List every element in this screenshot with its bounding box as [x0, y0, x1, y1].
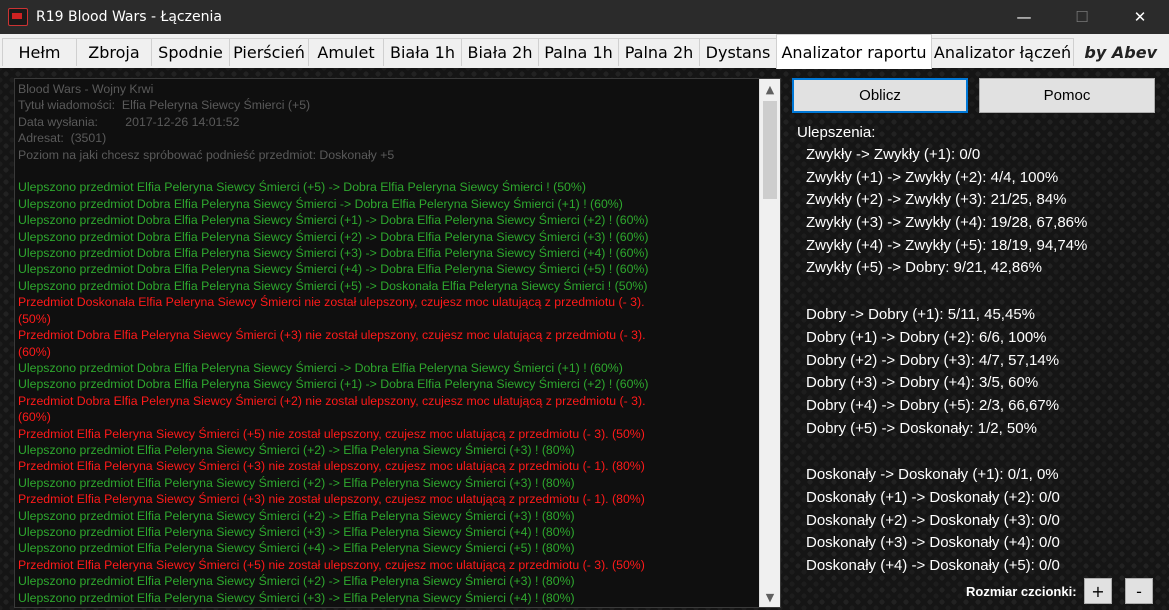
tab-bar: Hełm Zbroja Spodnie Pierścień Amulet Bia… — [0, 34, 1169, 69]
compute-button[interactable]: Oblicz — [792, 78, 968, 113]
stats-row: Doskonały -> Doskonały (+1): 0/1, 0% — [806, 466, 1059, 484]
font-decrease-button[interactable]: - — [1125, 578, 1153, 604]
tab-zbroja[interactable]: Zbroja — [76, 38, 152, 66]
title-bar: R19 Blood Wars - Łączenia — ☐ ✕ — [0, 0, 1169, 34]
stats-row: Dobry (+3) -> Dobry (+4): 3/5, 60% — [806, 374, 1039, 392]
scroll-down-arrow-icon[interactable]: ▼ — [760, 587, 780, 607]
report-scrollbar[interactable]: ▲ ▼ — [759, 79, 780, 607]
tab-biala-2h[interactable]: Biała 2h — [461, 38, 539, 66]
report-header-line: Adresat: (3501) — [18, 131, 107, 146]
report-log-line: Ulepszono przedmiot Dobra Elfia Peleryna… — [18, 360, 623, 375]
report-log-line: Ulepszono przedmiot Dobra Elfia Peleryna… — [18, 377, 649, 392]
stats-row: Zwykły -> Zwykły (+1): 0/0 — [806, 146, 981, 163]
report-log-line: Przedmiot Dobra Elfia Peleryna Siewcy Śm… — [18, 393, 646, 408]
report-log-line: Ulepszono przedmiot Elfia Peleryna Siewc… — [18, 442, 575, 457]
upgrade-stats-panel: Ulepszenia: Zwykły -> Zwykły (+1): 0/0 Zw… — [797, 124, 1087, 578]
minimize-button[interactable]: — — [995, 0, 1053, 34]
report-header-line — [18, 163, 758, 179]
report-log-line: Ulepszono przedmiot Dobra Elfia Peleryna… — [18, 213, 649, 228]
report-log-line: Ulepszono przedmiot Dobra Elfia Peleryna… — [18, 229, 649, 244]
font-increase-button[interactable]: + — [1084, 578, 1112, 604]
report-log-line: Ulepszono przedmiot Dobra Elfia Peleryna… — [18, 246, 649, 261]
stats-title: Ulepszenia: — [797, 124, 876, 141]
stats-row: Dobry (+5) -> Doskonały: 1/2, 50% — [806, 419, 1037, 437]
stats-row: Dobry (+2) -> Dobry (+3): 4/7, 57,14% — [806, 351, 1060, 369]
font-size-label: Rozmiar czcionki: — [966, 584, 1077, 599]
report-text: Blood Wars - Wojny Krwi Tytuł wiadomości:… — [18, 81, 758, 606]
report-log-line: Ulepszono przedmiot Elfia Peleryna Siewc… — [18, 508, 575, 523]
report-log-line: Przedmiot Elfia Peleryna Siewcy Śmierci … — [18, 426, 645, 441]
report-log-line: (50%) — [18, 311, 51, 326]
stats-row: Doskonały (+1) -> Doskonały (+2): 0/0 — [806, 488, 1060, 506]
stats-row: Zwykły (+5) -> Dobry: 9/21, 42,86% — [806, 259, 1042, 277]
tab-biala-1h[interactable]: Biała 1h — [383, 38, 462, 66]
stats-row: Doskonały (+3) -> Doskonały (+4): 0/0 — [806, 534, 1060, 552]
tab-analizator-laczen[interactable]: Analizator łączeń — [931, 38, 1074, 66]
report-log-line: Ulepszono przedmiot Elfia Peleryna Siewc… — [18, 475, 575, 490]
tab-analizator-raportu[interactable]: Analizator raportu — [776, 34, 932, 69]
stats-spacer — [797, 280, 1087, 304]
stats-row: Doskonały (+4) -> Doskonały (+5): 0/0 — [806, 557, 1060, 574]
author-byline: by Abev — [1084, 43, 1157, 62]
report-header-line: Tytuł wiadomości: Elfia Peleryna Siewcy … — [18, 98, 311, 113]
tab-spodnie[interactable]: Spodnie — [151, 38, 230, 66]
maximize-button[interactable]: ☐ — [1053, 0, 1111, 34]
report-log-line: Ulepszono przedmiot Elfia Peleryna Siewc… — [18, 574, 575, 589]
report-log-line: Przedmiot Elfia Peleryna Siewcy Śmierci … — [18, 557, 645, 572]
tab-pierscien[interactable]: Pierścień — [229, 38, 309, 66]
report-header-line: Data wysłania: 2017-12-26 14:01:52 — [18, 114, 240, 129]
report-header-line: Blood Wars - Wojny Krwi — [18, 82, 154, 96]
stats-row: Doskonały (+2) -> Doskonały (+3): 0/0 — [806, 511, 1060, 529]
stats-spacer — [797, 440, 1087, 464]
tab-helm[interactable]: Hełm — [2, 38, 77, 66]
stats-row: Zwykły (+4) -> Zwykły (+5): 18/19, 94,74… — [806, 236, 1088, 254]
report-log-line: Ulepszono przedmiot Dobra Elfia Peleryna… — [18, 196, 623, 211]
report-log-line: Ulepszono przedmiot Elfia Peleryna Siewc… — [18, 541, 575, 556]
report-log-line: Ulepszono przedmiot Dobra Elfia Peleryna… — [18, 262, 649, 277]
report-log-line: Przedmiot Elfia Peleryna Siewcy Śmierci … — [18, 459, 645, 474]
stats-row: Dobry -> Dobry (+1): 5/11, 45,45% — [806, 306, 1035, 324]
window-controls: — ☐ ✕ — [995, 0, 1169, 34]
report-log-line: Przedmiot Doskonała Elfia Peleryna Siewc… — [18, 295, 645, 310]
report-log-line: Przedmiot Dobra Elfia Peleryna Siewcy Śm… — [18, 328, 646, 343]
scroll-up-arrow-icon[interactable]: ▲ — [760, 79, 780, 99]
stats-row: Zwykły (+3) -> Zwykły (+4): 19/28, 67,86… — [806, 214, 1088, 232]
close-button[interactable]: ✕ — [1111, 0, 1169, 34]
report-log-line: Ulepszono przedmiot Elfia Peleryna Siewc… — [18, 524, 575, 539]
app-icon — [8, 8, 28, 26]
report-log-line: (60%) — [18, 344, 51, 359]
stats-row: Zwykły (+2) -> Zwykły (+3): 21/25, 84% — [806, 191, 1067, 209]
report-log-line: Ulepszono przedmiot Elfia Peleryna Siewc… — [18, 590, 575, 605]
help-button[interactable]: Pomoc — [979, 78, 1155, 113]
report-log-line: Ulepszono przedmiot Elfia Peleryna Siewc… — [18, 180, 586, 195]
tab-palna-2h[interactable]: Palna 2h — [618, 38, 700, 66]
tab-amulet[interactable]: Amulet — [308, 38, 384, 66]
stats-row: Dobry (+1) -> Dobry (+2): 6/6, 100% — [806, 328, 1047, 346]
stats-row: Zwykły (+1) -> Zwykły (+2): 4/4, 100% — [806, 168, 1059, 186]
main-panel: Blood Wars - Wojny Krwi Tytuł wiadomości:… — [0, 68, 1169, 610]
report-textarea[interactable]: Blood Wars - Wojny Krwi Tytuł wiadomości:… — [14, 78, 781, 608]
scroll-thumb[interactable] — [763, 101, 777, 199]
tab-dystans[interactable]: Dystans — [699, 38, 777, 66]
report-log-line: Ulepszono przedmiot Dobra Elfia Peleryna… — [18, 278, 648, 293]
window-title: R19 Blood Wars - Łączenia — [36, 9, 222, 25]
stats-row: Dobry (+4) -> Dobry (+5): 2/3, 66,67% — [806, 396, 1060, 414]
report-log-line: (60%) — [18, 410, 51, 425]
report-header-line: Poziom na jaki chcesz spróbować podnieść… — [18, 147, 395, 162]
report-log-line: Przedmiot Elfia Peleryna Siewcy Śmierci … — [18, 492, 645, 507]
tab-palna-1h[interactable]: Palna 1h — [538, 38, 619, 66]
